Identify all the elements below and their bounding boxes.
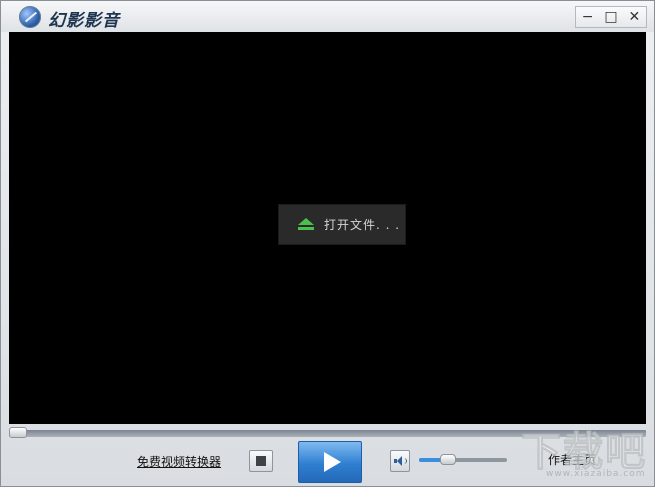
eject-icon xyxy=(297,217,315,232)
play-icon xyxy=(323,452,341,472)
stop-icon xyxy=(256,456,266,466)
open-file-label: 打开文件. . . xyxy=(324,218,401,232)
video-area[interactable]: 打开文件. . . xyxy=(9,32,646,424)
app-logo-icon xyxy=(19,6,41,28)
app-title: 幻影影音 xyxy=(48,11,120,31)
play-button[interactable] xyxy=(298,441,362,483)
maximize-button[interactable]: □ xyxy=(599,7,622,27)
watermark-url: www.xiazaiba.com xyxy=(546,469,646,479)
video-converter-link[interactable]: 免费视频转换器 xyxy=(137,453,221,470)
minimize-button[interactable]: − xyxy=(576,7,599,27)
speaker-icon xyxy=(394,456,407,466)
title-bar[interactable]: 幻影影音 − □ ✕ xyxy=(1,1,654,32)
open-file-button[interactable]: 打开文件. . . xyxy=(278,204,406,245)
window-controls: − □ ✕ xyxy=(575,6,647,28)
author-homepage-link[interactable]: 作者主页 xyxy=(548,451,596,468)
stop-button[interactable] xyxy=(249,450,273,472)
player-window: 幻影影音 − □ ✕ 打开文件. . . 免费视频转换器 作者主页 下载吧 ww… xyxy=(0,0,655,487)
volume-handle[interactable] xyxy=(440,454,457,465)
mute-button[interactable] xyxy=(390,450,410,472)
seek-handle[interactable] xyxy=(9,427,27,438)
volume-slider[interactable] xyxy=(419,454,507,465)
seek-bar[interactable] xyxy=(9,427,646,438)
close-button[interactable]: ✕ xyxy=(623,7,646,27)
